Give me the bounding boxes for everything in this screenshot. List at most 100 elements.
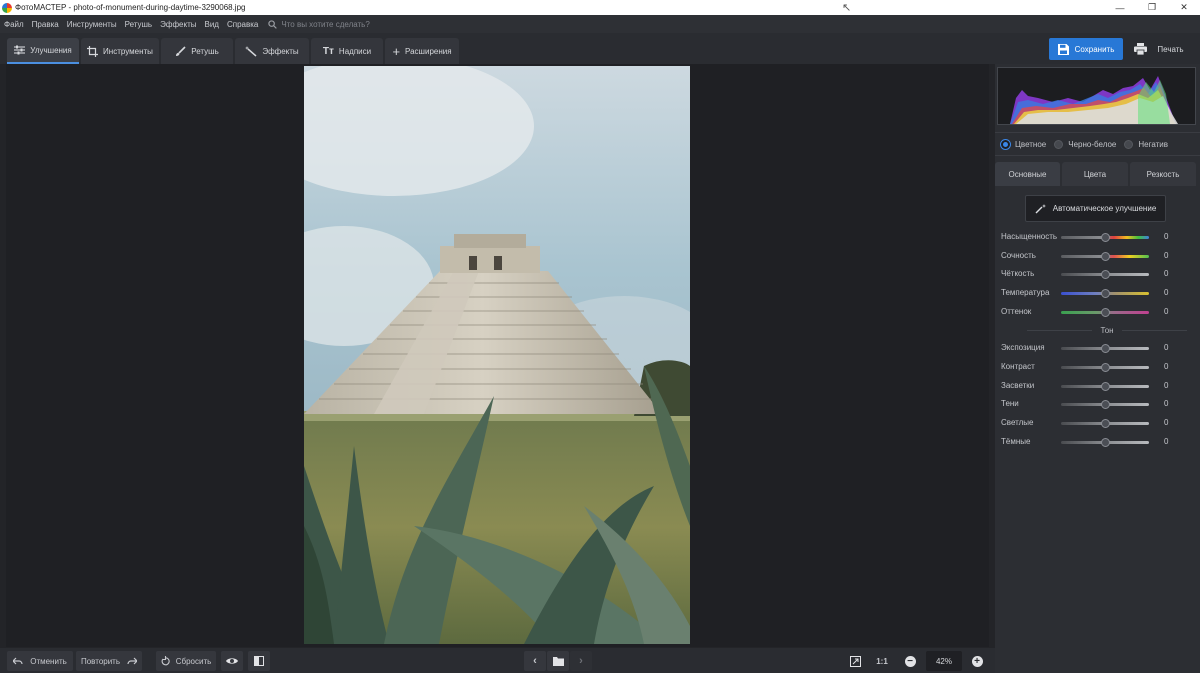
slider-handle[interactable] bbox=[1100, 270, 1110, 279]
tab-tools[interactable]: Инструменты bbox=[81, 38, 159, 64]
command-search[interactable]: Что вы хотите сделать? bbox=[268, 19, 370, 29]
close-button[interactable]: ✕ bbox=[1168, 0, 1200, 15]
text-icon: Tт bbox=[322, 45, 334, 57]
undo-button[interactable]: Отменить bbox=[7, 651, 73, 671]
compare-button[interactable] bbox=[248, 651, 270, 671]
menu-view[interactable]: Вид bbox=[204, 20, 218, 29]
redo-button[interactable]: Повторить bbox=[76, 651, 142, 671]
tone-section-title: Тон bbox=[1100, 325, 1114, 335]
slider-handle[interactable] bbox=[1100, 252, 1110, 261]
window-title: ФотоМАСТЕР - photo-of-monument-during-da… bbox=[15, 3, 246, 12]
slider-value: 0 bbox=[1164, 288, 1169, 297]
tab-enhancements[interactable]: Улучшения bbox=[7, 38, 79, 64]
tab-label: Инструменты bbox=[103, 46, 153, 56]
previous-image-button[interactable]: ‹ bbox=[524, 651, 546, 671]
menu-edit[interactable]: Правка bbox=[32, 20, 59, 29]
tab-retouch[interactable]: Ретушь bbox=[161, 38, 233, 64]
print-button[interactable]: Печать bbox=[1126, 38, 1192, 60]
slider-handle[interactable] bbox=[1100, 344, 1110, 353]
mode-label: Негатив bbox=[1138, 139, 1168, 149]
eye-icon bbox=[226, 657, 238, 665]
reset-button[interactable]: Сбросить bbox=[156, 651, 216, 671]
tab-basic[interactable]: Основные bbox=[995, 162, 1060, 186]
slider-track[interactable] bbox=[1061, 233, 1149, 242]
color-mode-selector: Цветное Черно-белое Негатив bbox=[995, 132, 1200, 156]
save-label: Сохранить bbox=[1074, 44, 1115, 54]
menu-retouch[interactable]: Ретушь bbox=[125, 20, 153, 29]
menu-help[interactable]: Справка bbox=[227, 20, 258, 29]
fit-to-screen-button[interactable] bbox=[845, 651, 865, 671]
tab-effects[interactable]: Эффекты bbox=[235, 38, 309, 64]
slider-label: Насыщенность bbox=[1001, 232, 1058, 241]
tab-text[interactable]: Tт Надписи bbox=[311, 38, 383, 64]
slider-handle[interactable] bbox=[1100, 289, 1110, 298]
slider-handle[interactable] bbox=[1100, 400, 1110, 409]
zoom-out-button[interactable]: − bbox=[900, 651, 920, 671]
slider-track[interactable] bbox=[1061, 252, 1149, 261]
panel-tabs: Основные Цвета Резкость bbox=[995, 162, 1200, 186]
photo-preview bbox=[304, 66, 690, 644]
slider-row: Температура 0 bbox=[1001, 287, 1196, 299]
zoom-in-button[interactable]: + bbox=[967, 651, 987, 671]
zoom-level[interactable]: 42% bbox=[926, 651, 962, 671]
next-image-button[interactable]: › bbox=[570, 651, 592, 671]
adjustments-panel: Цветное Черно-белое Негатив Основные Цве… bbox=[995, 64, 1200, 673]
main-toolbar: Улучшения Инструменты Ретушь Эффекты Tт … bbox=[0, 33, 1200, 64]
slider-handle[interactable] bbox=[1100, 233, 1110, 242]
slider-value: 0 bbox=[1164, 343, 1169, 352]
slider-track[interactable] bbox=[1061, 438, 1149, 447]
menu-tools[interactable]: Инструменты bbox=[67, 20, 117, 29]
slider-track[interactable] bbox=[1061, 400, 1149, 409]
slider-track[interactable] bbox=[1061, 308, 1149, 317]
slider-handle[interactable] bbox=[1100, 363, 1110, 372]
actual-size-button[interactable]: 1:1 bbox=[871, 651, 893, 671]
menu-file[interactable]: Файл bbox=[4, 20, 24, 29]
slider-handle[interactable] bbox=[1100, 308, 1110, 317]
tab-label: Эффекты bbox=[262, 46, 299, 56]
slider-label: Контраст bbox=[1001, 362, 1035, 371]
slider-handle[interactable] bbox=[1100, 419, 1110, 428]
slider-row: Контраст 0 bbox=[1001, 361, 1196, 373]
mode-label: Цветное bbox=[1015, 139, 1047, 149]
slider-track[interactable] bbox=[1061, 344, 1149, 353]
crop-icon bbox=[87, 45, 99, 57]
tab-colors[interactable]: Цвета bbox=[1062, 162, 1128, 186]
mode-color[interactable]: Цветное bbox=[1001, 139, 1047, 149]
tab-label: Надписи bbox=[338, 46, 372, 56]
undo-icon bbox=[13, 657, 23, 665]
mode-black-white[interactable]: Черно-белое bbox=[1054, 139, 1116, 149]
slider-track[interactable] bbox=[1061, 289, 1149, 298]
chevron-right-icon: › bbox=[579, 655, 583, 667]
mode-negative[interactable]: Негатив bbox=[1124, 139, 1168, 149]
tab-label: Ретушь bbox=[191, 46, 219, 56]
minus-icon: − bbox=[904, 655, 916, 667]
save-button[interactable]: Сохранить bbox=[1049, 38, 1123, 60]
open-folder-button[interactable] bbox=[547, 651, 569, 671]
slider-handle[interactable] bbox=[1100, 382, 1110, 391]
slider-track[interactable] bbox=[1061, 363, 1149, 372]
bottom-bar: Отменить Повторить Сбросить ‹ › 1:1 − 42… bbox=[0, 648, 995, 673]
pyramid-photo bbox=[304, 66, 690, 644]
maximize-button[interactable]: ❐ bbox=[1136, 0, 1168, 15]
menu-effects[interactable]: Эффекты bbox=[160, 20, 196, 29]
print-label: Печать bbox=[1157, 44, 1184, 54]
folder-icon bbox=[552, 656, 564, 666]
search-placeholder[interactable]: Что вы хотите сделать? bbox=[281, 20, 369, 29]
auto-enhance-button[interactable]: Автоматическое улучшение bbox=[1025, 195, 1166, 222]
search-icon bbox=[268, 19, 278, 29]
tab-extensions[interactable]: + Расширения bbox=[385, 38, 459, 64]
reset-label: Сбросить bbox=[175, 656, 212, 666]
magic-wand-icon bbox=[1035, 203, 1047, 214]
slider-track[interactable] bbox=[1061, 419, 1149, 428]
preview-toggle-button[interactable] bbox=[221, 651, 243, 671]
slider-track[interactable] bbox=[1061, 382, 1149, 391]
image-canvas[interactable] bbox=[6, 64, 989, 647]
slider-track[interactable] bbox=[1061, 270, 1149, 279]
slider-value: 0 bbox=[1164, 381, 1169, 390]
redo-icon bbox=[127, 657, 138, 665]
minimize-button[interactable]: — bbox=[1104, 0, 1136, 15]
slider-label: Тёмные bbox=[1001, 437, 1031, 446]
slider-handle[interactable] bbox=[1100, 438, 1110, 447]
plus-icon: + bbox=[392, 43, 401, 59]
tab-sharpness[interactable]: Резкость bbox=[1130, 162, 1196, 186]
